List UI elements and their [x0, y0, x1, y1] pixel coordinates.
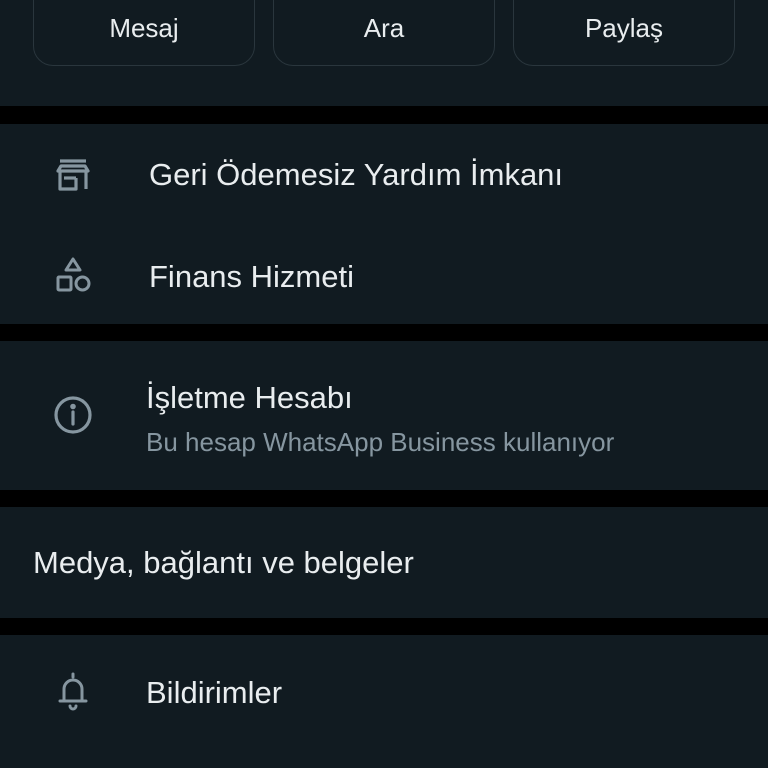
- business-account-subtitle: Bu hesap WhatsApp Business kullanıyor: [146, 427, 615, 457]
- info-icon: [52, 394, 94, 436]
- notifications-label: Bildirimler: [146, 675, 283, 710]
- share-button-label: Paylaş: [584, 13, 664, 43]
- business-info-section: Geri Ödemesiz Yardım İmkanı Finans Hizme…: [0, 124, 768, 324]
- category-row-finance[interactable]: Finans Hizmeti: [0, 224, 768, 324]
- shapes-category-icon: [52, 255, 94, 297]
- category-label: Finans Hizmeti: [149, 259, 354, 294]
- category-label: Geri Ödemesiz Yardım İmkanı: [149, 157, 564, 192]
- message-button[interactable]: Mesaj: [33, 0, 255, 66]
- storefront-icon: [52, 154, 94, 196]
- action-buttons-section: Mesaj Ara Paylaş: [0, 0, 768, 106]
- business-account-row[interactable]: İşletme Hesabı Bu hesap WhatsApp Busines…: [0, 341, 768, 490]
- share-button[interactable]: Paylaş: [513, 0, 735, 66]
- business-account-title: İşletme Hesabı: [146, 380, 353, 415]
- message-button-label: Mesaj: [109, 13, 179, 43]
- category-row-aid[interactable]: Geri Ödemesiz Yardım İmkanı: [0, 124, 768, 224]
- call-button[interactable]: Ara: [273, 0, 495, 66]
- media-links-docs-row[interactable]: Medya, bağlantı ve belgeler: [0, 507, 768, 618]
- call-button-label: Ara: [363, 13, 405, 43]
- business-account-section: İşletme Hesabı Bu hesap WhatsApp Busines…: [0, 341, 768, 490]
- notifications-row[interactable]: Bildirimler: [0, 635, 768, 755]
- notifications-section: Bildirimler: [0, 635, 768, 768]
- bell-icon: [52, 670, 94, 712]
- media-links-docs-label: Medya, bağlantı ve belgeler: [33, 545, 414, 580]
- media-section: Medya, bağlantı ve belgeler: [0, 507, 768, 618]
